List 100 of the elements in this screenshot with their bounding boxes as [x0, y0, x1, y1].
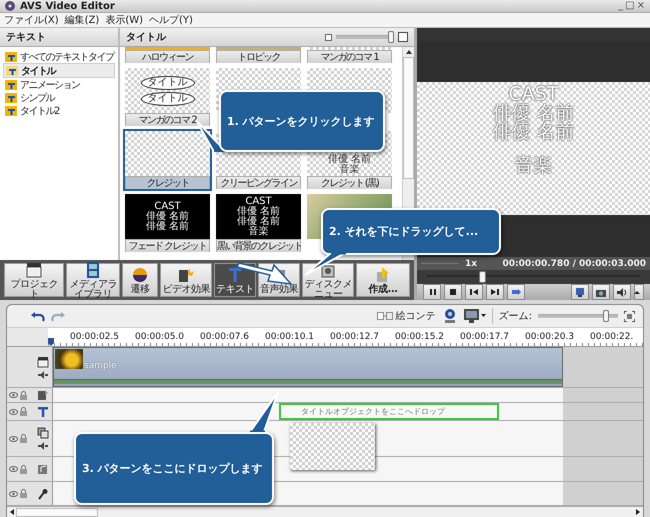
drop-zone[interactable]: タイトルオブジェクトをここへドロップ: [279, 403, 499, 420]
template-tile[interactable]: タイトル タイトル マンガのコマ 2: [123, 66, 212, 128]
ruler-label: 00:00:12.7: [330, 332, 380, 342]
undo-icon: [31, 310, 45, 322]
template-tile[interactable]: クレジット: [123, 129, 212, 191]
toolbar-button[interactable]: プロジェクト: [4, 263, 64, 297]
visibility-toggle[interactable]: [9, 436, 18, 442]
template-tile[interactable]: トロピック: [214, 47, 303, 65]
ruler-label: 00:00:15.2: [395, 332, 446, 342]
ruler-label: 00:00:02.5: [70, 332, 120, 342]
timecode: 00:00:00.780 / 00:00:03.000: [502, 258, 646, 269]
player-button[interactable]: [613, 284, 631, 300]
player-button[interactable]: [634, 284, 644, 300]
right-arrow-icon: [636, 509, 640, 515]
undo-button[interactable]: [31, 310, 45, 322]
thumbnail-text: CAST: [154, 202, 181, 212]
lock-toggle[interactable]: [20, 434, 27, 443]
window-title: AVS Video Editor: [20, 0, 116, 12]
lock-icon: [20, 407, 27, 416]
ruler-label: 00:00:10.1: [265, 332, 316, 342]
instruction-tooltip: 1. パターンをクリックします: [196, 90, 385, 152]
ruler-label: 00:00:22.: [590, 332, 634, 342]
lock-toggle[interactable]: [20, 407, 27, 416]
film-icon: [84, 260, 102, 278]
scrollbar-thumb[interactable]: [403, 57, 414, 179]
thumbnail-text: 音楽: [340, 165, 360, 175]
ruler-label: 00:00:07.6: [200, 332, 250, 342]
scrollbar-thumb[interactable]: [16, 508, 98, 516]
camera-icon: [596, 288, 606, 296]
toolbar-button[interactable]: 作成...: [356, 263, 410, 297]
panel-header: テキスト: [0, 28, 118, 47]
visibility-toggle[interactable]: [9, 490, 18, 496]
microphone-icon: [37, 488, 49, 500]
instruction-tooltip: 3. パターンをここにドロップします: [74, 392, 280, 505]
menu-item[interactable]: ファイル(X): [4, 13, 59, 27]
ruler-label: 00:00:20.3: [525, 332, 576, 342]
fit-button[interactable]: [624, 310, 635, 322]
orb-icon: [131, 266, 149, 284]
clapperboard-icon: [37, 356, 49, 368]
thumbnail-text: 俳優 名前: [328, 155, 372, 165]
category-item[interactable]: アニメーション: [3, 78, 115, 91]
folder-icon: [5, 105, 17, 116]
horizontal-scrollbar[interactable]: [7, 506, 643, 517]
thumbnail-text: 俳優 名前: [236, 216, 280, 226]
toolbar-button[interactable]: ビデオ効果: [160, 263, 212, 297]
visibility-toggle[interactable]: [9, 408, 18, 414]
category-item[interactable]: タイトル: [3, 63, 115, 78]
player-button[interactable]: [444, 284, 462, 300]
toolbar-button[interactable]: メディアライブラリ: [66, 263, 120, 297]
music-icon: [37, 463, 49, 475]
lock-toggle[interactable]: [20, 390, 27, 400]
lock-toggle[interactable]: [20, 489, 27, 498]
thumbnail-text: 音楽: [248, 226, 268, 236]
window-control-button[interactable]: _: [617, 0, 624, 12]
toolbar-button[interactable]: ディスクメニュー: [302, 263, 354, 297]
tile-label: マンガのコマ 1: [307, 50, 392, 63]
player-button[interactable]: [465, 284, 483, 300]
category-item[interactable]: シンプル: [3, 91, 115, 104]
player-button[interactable]: [423, 284, 441, 300]
folder-icon: [5, 79, 17, 90]
category-item[interactable]: タイトル2: [3, 104, 115, 117]
menu-item[interactable]: 表示(W): [105, 13, 144, 27]
player-button[interactable]: [486, 284, 504, 300]
window-control-button[interactable]: ×: [636, 0, 646, 12]
storyboard-button[interactable]: 絵コンテ: [376, 309, 436, 323]
template-tile[interactable]: マンガのコマ 1: [305, 47, 394, 65]
redo-icon: [51, 310, 65, 322]
player-button[interactable]: [592, 284, 610, 300]
window-control-button[interactable]: □: [624, 0, 636, 12]
visibility-toggle[interactable]: [9, 392, 18, 398]
ruler-label: 00:00:17.7: [460, 332, 510, 342]
folder-icon: [6, 65, 18, 76]
letter-t-icon: [37, 406, 49, 418]
lock-icon: [20, 489, 27, 498]
tile-label: 黒い背景のクレジット: [216, 239, 301, 252]
size-slider[interactable]: [336, 31, 394, 43]
preview-text: 音楽: [514, 156, 552, 176]
lock-icon: [20, 464, 27, 474]
panel-header: タイトル: [126, 31, 168, 44]
template-tile[interactable]: CAST 俳優 名前 俳優 名前 フェード クレジット: [123, 192, 212, 254]
thumbnail-text: タイトル: [140, 76, 194, 90]
tile-label: マンガのコマ 2: [125, 113, 210, 126]
toolbar-button[interactable]: 遷移: [122, 263, 158, 297]
menu-item[interactable]: ヘルプ(Y): [149, 13, 193, 27]
tile-label: クリーピングライン: [216, 176, 301, 189]
toolbar-button[interactable]: テキスト: [214, 263, 256, 297]
thumbnail-text: CAST: [245, 196, 272, 206]
visibility-toggle[interactable]: [9, 466, 18, 472]
template-tile[interactable]: CAST 俳優 名前 俳優 名前 音楽 黒い背景のクレジット: [214, 192, 303, 254]
player-button[interactable]: [571, 284, 589, 300]
template-tile[interactable]: ハロウィーン: [123, 47, 212, 65]
monitor-button[interactable]: [464, 308, 486, 324]
zoom-label: ズーム:: [498, 310, 532, 323]
thumbnail-text: 俳優 名前: [146, 212, 190, 222]
up-arrow-icon: [406, 50, 412, 54]
category-item[interactable]: すべてのテキストタイプ: [3, 50, 115, 63]
menu-item[interactable]: 編集(Z): [64, 13, 100, 27]
folder-icon: [5, 51, 17, 62]
lock-toggle[interactable]: [20, 464, 27, 474]
preview-text: 俳優 名前: [492, 123, 575, 142]
